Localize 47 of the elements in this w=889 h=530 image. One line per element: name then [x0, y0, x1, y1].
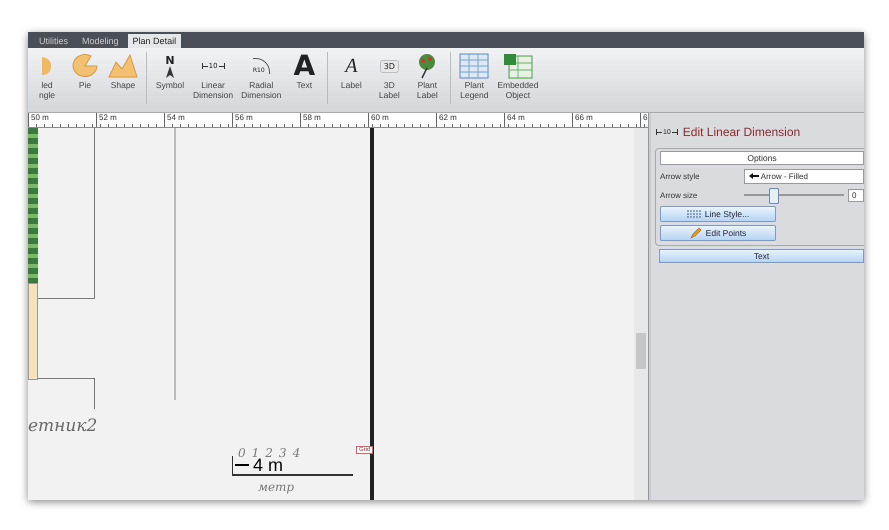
number-field[interactable]: 0 — [848, 188, 864, 202]
ribbon-tab[interactable]: Plan Detail — [128, 34, 182, 48]
ruler-label: 62 m — [436, 113, 504, 127]
ruler-label: 56 m — [232, 113, 300, 127]
slider-thumb[interactable] — [769, 188, 779, 204]
label-icon: A — [345, 54, 358, 78]
ruler-label: 66 m — [572, 113, 640, 127]
field-label: Arrow style — [660, 172, 701, 180]
vertical-scrollbar[interactable] — [634, 128, 648, 500]
ribbon-button[interactable]: Embedded Object — [493, 52, 542, 100]
scale-unit: метр — [258, 480, 294, 494]
ruler-label: 50 m — [28, 113, 96, 127]
ribbon-button[interactable]: A Label — [332, 52, 370, 90]
pie-icon — [71, 54, 99, 78]
ribbon-button[interactable]: Shape — [104, 52, 142, 90]
arrow-icon — [749, 172, 759, 178]
shape-icon — [42, 55, 52, 77]
field-label: Arrow size — [660, 190, 698, 200]
ribbon-button[interactable]: N Symbol — [151, 52, 189, 90]
panel-title: Edit Linear Dimension — [682, 125, 800, 139]
ruler-label: 54 m — [164, 113, 232, 127]
bed-label: етник2 — [28, 416, 98, 436]
ribbon-button[interactable]: Plant Legend — [455, 52, 494, 100]
panel-button[interactable]: Line Style... — [660, 206, 776, 222]
spreadsheet-icon — [502, 53, 533, 79]
ribbon-tab[interactable]: Utilities — [34, 34, 74, 48]
pencil-icon — [690, 227, 702, 239]
ribbon-tab[interactable]: Modeling — [77, 34, 124, 48]
panel-button[interactable]: Edit Points — [660, 225, 776, 241]
arrow-style-dropdown[interactable]: Arrow - Filled — [744, 168, 864, 184]
ruler-label: 52 m — [96, 113, 164, 127]
3d-label-icon: 3D — [380, 60, 399, 72]
ruler-label: 64 m — [504, 113, 572, 127]
text-icon: A — [293, 52, 316, 80]
scale-bar[interactable]: 4 m — [232, 456, 353, 476]
ruler-label: 58 m — [300, 113, 368, 127]
table-icon — [459, 53, 490, 79]
section-header[interactable]: Text — [659, 249, 864, 263]
ribbon-button[interactable]: led ngle — [28, 52, 66, 100]
ruler-label: 60 m — [368, 113, 436, 127]
ribbon-button[interactable]: Pie — [66, 52, 104, 90]
section-header[interactable]: Options — [660, 151, 864, 165]
shape-icon — [108, 54, 138, 78]
ribbon-button[interactable]: Plant Label — [408, 52, 446, 100]
ribbon-button[interactable]: A Text — [285, 52, 324, 90]
line-style-icon — [686, 210, 701, 218]
ribbon-button[interactable]: 3D 3D Label — [370, 52, 408, 100]
